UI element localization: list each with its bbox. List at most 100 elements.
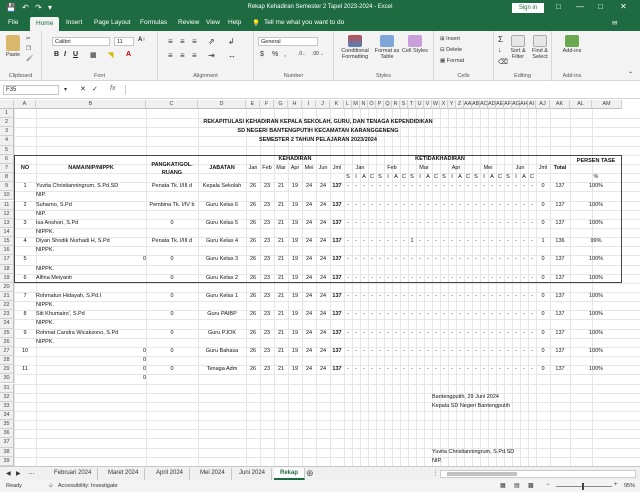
- staff-pangkat[interactable]: 0: [146, 274, 198, 292]
- staff-absence-cell[interactable]: -: [368, 274, 376, 283]
- staff-absence-cell[interactable]: -: [528, 237, 536, 246]
- staff-absence-cell[interactable]: -: [432, 365, 440, 374]
- staff-persentase[interactable]: 100%: [570, 329, 622, 338]
- staff-absence-cell[interactable]: -: [360, 255, 368, 264]
- staff-absence-cell[interactable]: -: [488, 219, 496, 228]
- staff-absence-cell[interactable]: -: [368, 292, 376, 301]
- column-header[interactable]: AI: [528, 100, 536, 109]
- staff-absence-cell[interactable]: -: [392, 365, 400, 374]
- staff-absence-cell[interactable]: -: [480, 347, 488, 356]
- staff-hadir-jml[interactable]: 137: [330, 365, 344, 374]
- row-header[interactable]: 27: [0, 346, 14, 357]
- zoom-slider[interactable]: [556, 483, 612, 490]
- staff-absence-jml[interactable]: 0: [536, 182, 550, 191]
- staff-absence-cell[interactable]: -: [472, 237, 480, 246]
- staff-absence-cell[interactable]: -: [480, 329, 488, 338]
- staff-absence-cell[interactable]: -: [376, 329, 384, 338]
- staff-absence-cell[interactable]: -: [512, 182, 520, 191]
- fill-icon[interactable]: ↓: [498, 47, 502, 54]
- header-jabatan[interactable]: JABATAN: [198, 164, 246, 173]
- staff-absence-cell[interactable]: -: [344, 347, 352, 356]
- staff-absence-cell[interactable]: -: [352, 347, 360, 356]
- staff-absence-cell[interactable]: -: [504, 365, 512, 374]
- normal-view-icon[interactable]: ▦: [500, 482, 506, 489]
- row-header[interactable]: 22: [0, 301, 14, 311]
- format-as-table-button[interactable]: Format as Table: [372, 35, 402, 60]
- staff-pangkat[interactable]: 0: [146, 219, 198, 237]
- header-absence-month[interactable]: Jan: [344, 164, 376, 173]
- staff-hadir-month[interactable]: 26: [246, 219, 260, 228]
- sign-place-date[interactable]: Bantengputih, 29 Juni 2024: [432, 393, 622, 402]
- tab-split-icon[interactable]: ⋮: [432, 469, 439, 477]
- staff-absence-jml[interactable]: 0: [536, 274, 550, 283]
- staff-absence-cell[interactable]: -: [440, 201, 448, 210]
- staff-absence-cell[interactable]: -: [344, 201, 352, 210]
- staff-absence-cell[interactable]: -: [528, 292, 536, 301]
- staff-absence-cell[interactable]: -: [488, 347, 496, 356]
- staff-absence-cell[interactable]: -: [480, 255, 488, 264]
- staff-hadir-jml[interactable]: 137: [330, 182, 344, 191]
- staff-absence-cell[interactable]: -: [424, 255, 432, 264]
- header-absence-month[interactable]: Apr: [440, 164, 472, 173]
- bold-icon[interactable]: B: [54, 51, 59, 58]
- staff-absence-cell[interactable]: -: [352, 182, 360, 191]
- staff-hadir-month[interactable]: 24: [316, 347, 330, 356]
- staff-absence-cell[interactable]: -: [472, 255, 480, 264]
- row-header[interactable]: 3: [0, 127, 14, 137]
- staff-absence-cell[interactable]: -: [472, 201, 480, 210]
- staff-hadir-month[interactable]: 24: [302, 292, 316, 301]
- staff-absence-cell[interactable]: -: [408, 219, 416, 228]
- staff-absence-cell[interactable]: -: [368, 310, 376, 319]
- staff-jabatan[interactable]: Guru Kelas 3: [198, 255, 246, 264]
- staff-absence-cell[interactable]: -: [360, 201, 368, 210]
- staff-absence-cell[interactable]: -: [384, 274, 392, 283]
- staff-absence-cell[interactable]: -: [472, 365, 480, 374]
- staff-hadir-jml[interactable]: 137: [330, 237, 344, 246]
- staff-absence-cell[interactable]: -: [528, 201, 536, 210]
- staff-hadir-month[interactable]: 24: [302, 182, 316, 191]
- staff-hadir-month[interactable]: 19: [288, 292, 302, 301]
- staff-absence-cell[interactable]: -: [480, 365, 488, 374]
- header-sica[interactable]: S: [344, 173, 352, 182]
- staff-no[interactable]: 5: [14, 255, 36, 264]
- staff-absence-cell[interactable]: -: [488, 365, 496, 374]
- staff-absence-cell[interactable]: -: [392, 237, 400, 246]
- column-header[interactable]: O: [368, 100, 376, 109]
- staff-absence-cell[interactable]: -: [528, 255, 536, 264]
- autosum-icon[interactable]: Σ: [498, 35, 503, 44]
- staff-absence-cell[interactable]: -: [368, 237, 376, 246]
- staff-absence-cell[interactable]: -: [392, 274, 400, 283]
- column-header[interactable]: AK: [550, 100, 570, 109]
- staff-absence-cell[interactable]: -: [344, 219, 352, 228]
- ribbon-display-icon[interactable]: □: [556, 2, 561, 11]
- staff-absence-cell[interactable]: -: [448, 219, 456, 228]
- staff-absence-cell[interactable]: -: [432, 292, 440, 301]
- staff-hadir-month[interactable]: 24: [316, 365, 330, 374]
- staff-hadir-jml[interactable]: 137: [330, 255, 344, 264]
- header-absence-month[interactable]: Jun: [504, 164, 536, 173]
- column-header[interactable]: AE: [496, 100, 504, 109]
- staff-total[interactable]: 137: [550, 310, 570, 319]
- column-header[interactable]: D: [198, 100, 246, 109]
- staff-absence-cell[interactable]: -: [424, 219, 432, 228]
- delete-cells-button[interactable]: ⊟ Delete: [440, 47, 462, 53]
- header-month-jun[interactable]: Jun: [316, 164, 330, 173]
- staff-absence-cell[interactable]: 1: [408, 237, 416, 246]
- tab-review[interactable]: Review: [178, 19, 199, 26]
- add-sheet-icon[interactable]: ⊕: [306, 468, 314, 479]
- staff-absence-cell[interactable]: -: [408, 201, 416, 210]
- column-header[interactable]: P: [376, 100, 384, 109]
- staff-no[interactable]: 8: [14, 310, 36, 319]
- staff-absence-cell[interactable]: -: [408, 365, 416, 374]
- staff-jabatan[interactable]: Guru Bahasa: [198, 347, 246, 356]
- row-header[interactable]: 10: [0, 191, 14, 201]
- staff-hadir-jml[interactable]: 137: [330, 201, 344, 210]
- staff-absence-cell[interactable]: -: [360, 237, 368, 246]
- staff-hadir-month[interactable]: 26: [246, 310, 260, 319]
- staff-absence-cell[interactable]: -: [424, 365, 432, 374]
- staff-absence-cell[interactable]: -: [424, 201, 432, 210]
- staff-absence-cell[interactable]: -: [520, 255, 528, 264]
- staff-hadir-month[interactable]: 26: [246, 237, 260, 246]
- column-header[interactable]: C: [146, 100, 198, 109]
- staff-nip[interactable]: [36, 283, 146, 292]
